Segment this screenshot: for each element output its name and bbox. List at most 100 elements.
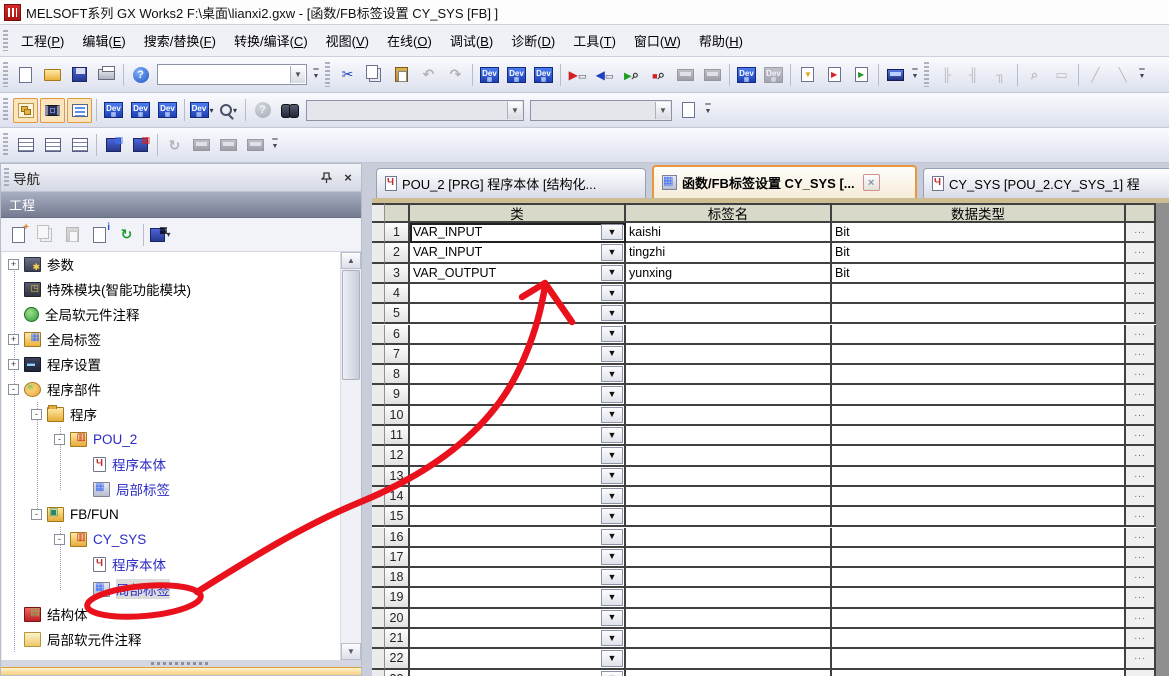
tree-item-label[interactable]: 结构体: [47, 604, 88, 624]
class-dropdown-icon[interactable]: ▼: [601, 508, 623, 524]
row-number[interactable]: 3: [385, 264, 410, 284]
class-dropdown-icon[interactable]: ▼: [601, 630, 623, 646]
tree-item-程序本体[interactable]: 程序本体: [77, 452, 166, 477]
data-type-browse-button[interactable]: ...: [1126, 406, 1156, 426]
vertical-splitter[interactable]: [362, 163, 372, 676]
expand-icon[interactable]: +: [8, 334, 19, 345]
project-information-icon[interactable]: i: [87, 222, 112, 247]
class-cell[interactable]: ▼: [410, 284, 626, 304]
class-cell[interactable]: ▼: [410, 304, 626, 324]
collapse-icon[interactable]: -: [31, 409, 42, 420]
read-from-plc-icon[interactable]: [592, 62, 617, 87]
label-name-cell[interactable]: [626, 568, 832, 588]
data-type-browse-button[interactable]: ...: [1126, 284, 1156, 304]
open-project-icon[interactable]: [40, 62, 65, 87]
column-header-data-type[interactable]: 数据类型: [832, 203, 1126, 223]
data-type-browse-button[interactable]: ...: [1126, 670, 1156, 676]
label-name-cell[interactable]: [626, 365, 832, 385]
row-number[interactable]: 20: [385, 609, 410, 629]
tree-item-程序[interactable]: - 程序: [31, 402, 97, 427]
tree-item-label[interactable]: 程序: [70, 404, 97, 424]
data-type-cell[interactable]: [832, 426, 1126, 446]
document-search-icon[interactable]: [676, 98, 701, 123]
data-type-cell[interactable]: [832, 406, 1126, 426]
chevron-down-icon[interactable]: ▼: [655, 102, 670, 119]
data-type-cell[interactable]: [832, 528, 1126, 548]
label-name-cell[interactable]: [626, 284, 832, 304]
label-name-cell[interactable]: [626, 629, 832, 649]
tree-item-label[interactable]: 特殊模块(智能功能模块): [47, 279, 191, 299]
class-cell[interactable]: ▼: [410, 609, 626, 629]
class-dropdown-icon[interactable]: ▼: [601, 589, 623, 605]
data-type-cell[interactable]: [832, 507, 1126, 527]
row-number[interactable]: 19: [385, 588, 410, 608]
class-dropdown-icon[interactable]: ▼: [601, 407, 623, 423]
help-icon[interactable]: ?: [128, 62, 153, 87]
menu-item-9[interactable]: 窗口(W): [625, 27, 690, 54]
navigation-toggle-icon[interactable]: [13, 98, 38, 123]
column-header-class[interactable]: 类: [410, 203, 626, 223]
class-cell[interactable]: ▼: [410, 446, 626, 466]
row-number[interactable]: 22: [385, 649, 410, 669]
class-dropdown-icon[interactable]: ▼: [601, 549, 623, 565]
class-cell[interactable]: ▼: [410, 385, 626, 405]
panel-splitter[interactable]: [1, 660, 361, 667]
tree-item-label[interactable]: 程序部件: [47, 379, 101, 399]
label-name-cell[interactable]: [626, 507, 832, 527]
data-type-browse-button[interactable]: ...: [1126, 568, 1156, 588]
class-cell[interactable]: ▼: [410, 325, 626, 345]
close-icon[interactable]: ×: [339, 169, 357, 187]
document-tab-2[interactable]: 函数/FB标签设置 CY_SYS [...×: [652, 165, 917, 198]
tree-item-局部标签[interactable]: 局部标签: [77, 477, 170, 502]
class-dropdown-icon[interactable]: ▼: [601, 488, 623, 504]
row-number[interactable]: 11: [385, 426, 410, 446]
class-cell[interactable]: ▼: [410, 365, 626, 385]
data-type-browse-button[interactable]: ...: [1126, 528, 1156, 548]
class-dropdown-icon[interactable]: ▼: [601, 346, 623, 362]
tree-item-label[interactable]: 局部标签: [116, 579, 170, 599]
class-dropdown-icon[interactable]: ▼: [601, 447, 623, 463]
data-type-cell[interactable]: [832, 609, 1126, 629]
menu-item-6[interactable]: 调试(B): [441, 27, 502, 54]
refresh-icon[interactable]: ↻: [114, 222, 139, 247]
data-type-cell[interactable]: [832, 649, 1126, 669]
class-cell[interactable]: ▼: [410, 487, 626, 507]
label-name-cell[interactable]: kaishi: [626, 223, 832, 243]
tree-item-label[interactable]: 局部软元件注释: [47, 629, 142, 649]
class-dropdown-icon[interactable]: ▼: [601, 529, 623, 545]
data-type-cell[interactable]: Bit: [832, 264, 1126, 284]
find-target-combo[interactable]: ▼: [306, 100, 524, 121]
data-type-cell[interactable]: [832, 284, 1126, 304]
row-number[interactable]: 10: [385, 406, 410, 426]
data-type-browse-button[interactable]: ...: [1126, 487, 1156, 507]
class-cell[interactable]: ▼: [410, 507, 626, 527]
data-type-browse-button[interactable]: ...: [1126, 243, 1156, 263]
data-type-browse-button[interactable]: ...: [1126, 345, 1156, 365]
tree-item-label[interactable]: 全局标签: [47, 329, 101, 349]
tree-item-全局软元件注释[interactable]: 全局软元件注释: [8, 302, 140, 327]
print-icon[interactable]: [94, 62, 119, 87]
tree-item-label[interactable]: 局部标签: [116, 479, 170, 499]
tab-label[interactable]: 函数/FB标签设置 CY_SYS [...: [682, 173, 855, 192]
row-number[interactable]: 5: [385, 304, 410, 324]
device-init-icon[interactable]: Dev: [531, 62, 556, 87]
quick-access-combo[interactable]: ▼: [157, 64, 307, 85]
data-type-browse-button[interactable]: ...: [1126, 325, 1156, 345]
data-type-browse-button[interactable]: ...: [1126, 426, 1156, 446]
class-dropdown-icon[interactable]: ▼: [601, 650, 623, 666]
label-name-cell[interactable]: [626, 649, 832, 669]
data-type-browse-button[interactable]: ...: [1126, 223, 1156, 243]
toolbar-overflow-icon[interactable]: [269, 133, 281, 158]
note-icon[interactable]: [822, 62, 847, 87]
element-selection-toggle-icon[interactable]: [40, 98, 65, 123]
tree-item-label[interactable]: 程序本体: [112, 554, 166, 574]
label-name-cell[interactable]: [626, 528, 832, 548]
device-memory-list-icon[interactable]: Dev: [128, 98, 153, 123]
row-number[interactable]: 6: [385, 325, 410, 345]
tree-item-程序部件[interactable]: -程序部件: [8, 377, 101, 402]
collapse-icon[interactable]: -: [31, 509, 42, 520]
row-number[interactable]: 18: [385, 568, 410, 588]
tab-label[interactable]: CY_SYS [POU_2.CY_SYS_1] 程: [949, 174, 1140, 193]
label-name-cell[interactable]: [626, 385, 832, 405]
tree-item-参数[interactable]: +参数: [8, 252, 74, 277]
